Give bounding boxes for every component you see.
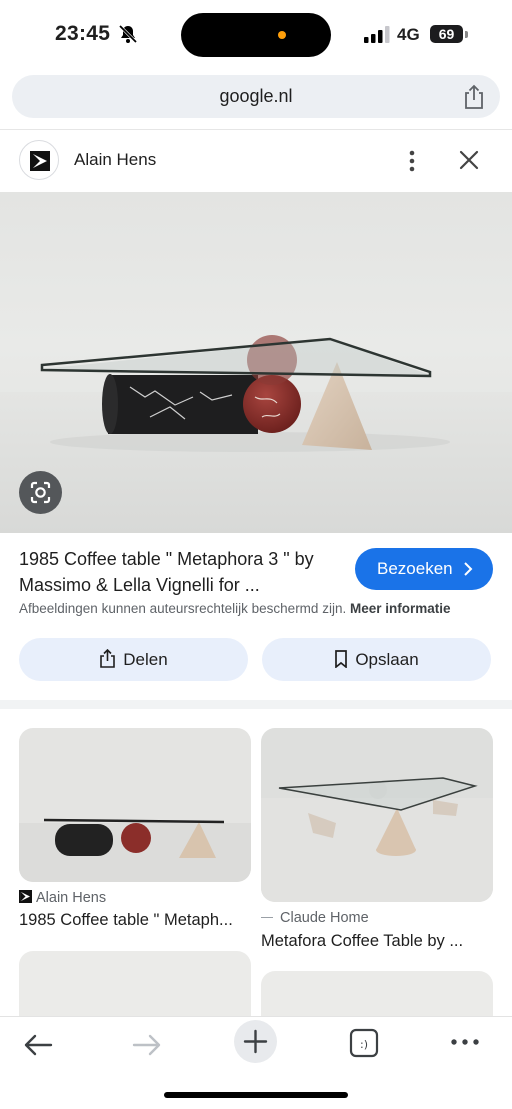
status-bar: 23:45 4G 69 — [0, 0, 512, 70]
more-vert-icon[interactable] — [402, 148, 422, 174]
network-type: 4G — [397, 25, 420, 44]
dynamic-island — [181, 13, 331, 57]
visit-button[interactable]: Bezoeken — [355, 548, 493, 590]
result-title[interactable]: 1985 Coffee table " Metaphora 3 " by Mas… — [19, 546, 344, 598]
related-source-1: Alain Hens — [19, 890, 106, 906]
save-label: Opslaan — [355, 650, 419, 669]
address-bar[interactable]: google.nl — [12, 75, 500, 118]
new-tab-button[interactable] — [234, 1020, 277, 1063]
related-image-1[interactable] — [19, 728, 251, 882]
related-title-2[interactable]: Metafora Coffee Table by ... — [261, 932, 463, 951]
lens-icon[interactable] — [19, 471, 62, 514]
forward-icon[interactable] — [131, 1030, 163, 1060]
share-button[interactable]: Delen — [19, 638, 248, 681]
new-tab-icon — [243, 1029, 268, 1054]
status-time: 23:45 — [55, 22, 111, 45]
source-favicon — [19, 140, 59, 180]
result-image[interactable] — [0, 192, 512, 533]
chevron-right-icon — [464, 562, 473, 576]
svg-text::): :) — [360, 1038, 368, 1051]
save-button[interactable]: Opslaan — [262, 638, 491, 681]
source-header: Alain Hens — [0, 132, 512, 192]
source-name[interactable]: Alain Hens — [74, 150, 156, 170]
bookmark-icon — [335, 650, 348, 669]
share-icon — [100, 648, 116, 668]
visit-label: Bezoeken — [377, 559, 453, 578]
related-image-2[interactable] — [261, 728, 493, 902]
url-text: google.nl — [219, 86, 293, 106]
more-horiz-icon[interactable] — [450, 1037, 480, 1047]
more-info-link[interactable]: Meer informatie — [350, 601, 451, 616]
source-favicon — [19, 890, 32, 903]
battery-indicator: 69 — [430, 25, 463, 43]
related-title-1[interactable]: 1985 Coffee table " Metaph... — [19, 911, 233, 930]
copyright-text: Afbeeldingen kunnen auteursrechtelijk be… — [19, 601, 347, 616]
copyright-notice: Afbeeldingen kunnen auteursrechtelijk be… — [19, 601, 451, 616]
signal-icon — [364, 26, 390, 43]
related-source-2: Claude Home — [261, 910, 369, 926]
back-icon[interactable] — [22, 1030, 54, 1060]
section-divider — [0, 700, 512, 709]
share-icon[interactable] — [462, 84, 486, 110]
bell-slash-icon — [118, 24, 138, 44]
home-indicator — [164, 1092, 348, 1098]
share-label: Delen — [123, 650, 168, 669]
tabs-icon[interactable]: :) — [349, 1028, 379, 1058]
close-icon[interactable] — [458, 149, 480, 171]
